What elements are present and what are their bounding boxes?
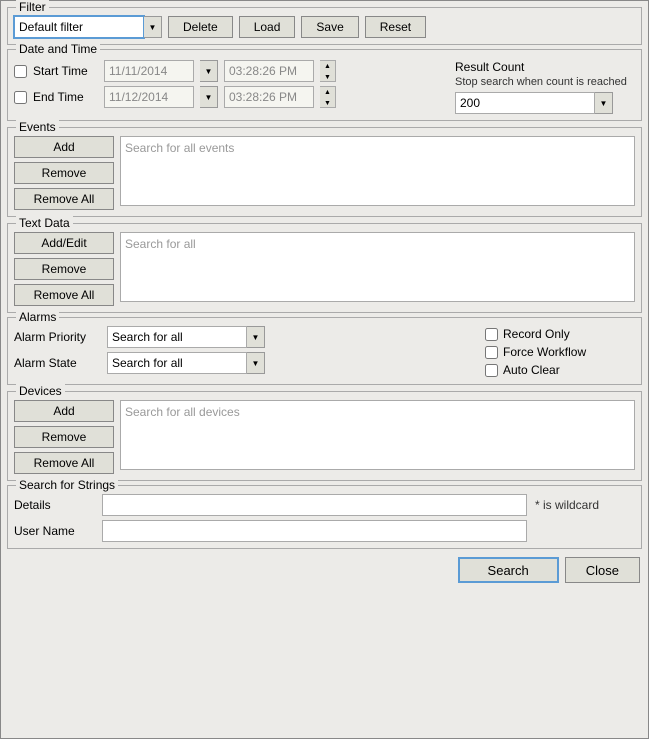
devices-remove-all-button[interactable]: Remove All [14, 452, 114, 474]
delete-button[interactable]: Delete [168, 16, 233, 38]
end-date-input[interactable] [104, 86, 194, 108]
wildcard-note: * is wildcard [535, 498, 635, 512]
filter-label: Filter [16, 0, 49, 14]
events-label: Events [16, 120, 59, 134]
result-count-sub: Stop search when count is reached [455, 76, 635, 88]
count-dropdown-btn[interactable]: ▼ [595, 92, 613, 114]
devices-add-button[interactable]: Add [14, 400, 114, 422]
events-btn-col: Add Remove Remove All [14, 136, 114, 210]
text-data-inner: Add/Edit Remove Remove All Search for al… [14, 232, 635, 306]
record-only-row: Record Only [485, 327, 635, 341]
alarms-label: Alarms [16, 310, 59, 324]
events-inner: Add Remove Remove All Search for all eve… [14, 136, 635, 210]
end-time-input[interactable] [224, 86, 314, 108]
devices-btn-col: Add Remove Remove All [14, 400, 114, 474]
load-button[interactable]: Load [239, 16, 296, 38]
alarm-priority-row: Alarm Priority ▼ [14, 326, 473, 348]
start-date-dropdown[interactable]: ▼ [200, 60, 218, 82]
details-input[interactable] [102, 494, 527, 516]
force-workflow-checkbox[interactable] [485, 346, 498, 359]
start-time-input[interactable] [224, 60, 314, 82]
bottom-bar: Search Close [7, 557, 642, 583]
strings-inner: Details * is wildcard User Name [14, 494, 635, 542]
start-date-input[interactable] [104, 60, 194, 82]
datetime-inner: Start Time ▼ ▲ ▼ End Time ▼ [14, 60, 635, 114]
devices-section: Devices Add Remove Remove All Search for… [7, 391, 642, 481]
devices-inner: Add Remove Remove All Search for all dev… [14, 400, 635, 474]
search-button[interactable]: Search [458, 557, 559, 583]
filter-dropdown-btn[interactable]: ▼ [144, 16, 162, 38]
start-time-label: Start Time [33, 64, 98, 78]
alarm-priority-select-wrap: ▼ [107, 326, 265, 348]
devices-remove-button[interactable]: Remove [14, 426, 114, 448]
start-time-spinner[interactable]: ▲ ▼ [320, 60, 336, 82]
datetime-left: Start Time ▼ ▲ ▼ End Time ▼ [14, 60, 443, 112]
events-search-box: Search for all events [120, 136, 635, 206]
alarm-priority-dropdown[interactable]: ▼ [247, 326, 265, 348]
details-label: Details [14, 498, 94, 512]
result-count-title: Result Count [455, 60, 635, 74]
text-data-section: Text Data Add/Edit Remove Remove All Sea… [7, 223, 642, 313]
alarms-left: Alarm Priority ▼ Alarm State ▼ [14, 326, 473, 378]
force-workflow-row: Force Workflow [485, 345, 635, 359]
filter-input[interactable] [14, 16, 144, 38]
record-only-label: Record Only [503, 327, 570, 341]
filter-row: ▼ Delete Load Save Reset [14, 16, 635, 38]
end-time-spinner[interactable]: ▲ ▼ [320, 86, 336, 108]
result-count-area: Result Count Stop search when count is r… [455, 60, 635, 114]
alarm-priority-input[interactable] [107, 326, 247, 348]
end-date-dropdown[interactable]: ▼ [200, 86, 218, 108]
auto-clear-row: Auto Clear [485, 363, 635, 377]
close-button[interactable]: Close [565, 557, 640, 583]
events-remove-all-button[interactable]: Remove All [14, 188, 114, 210]
events-add-button[interactable]: Add [14, 136, 114, 158]
devices-search-text: Search for all devices [125, 405, 240, 419]
auto-clear-label: Auto Clear [503, 363, 560, 377]
filter-select-wrap: ▼ [14, 16, 162, 38]
search-strings-section: Search for Strings Details * is wildcard… [7, 485, 642, 549]
alarm-state-select-wrap: ▼ [107, 352, 265, 374]
alarms-section: Alarms Alarm Priority ▼ Alarm State ▼ [7, 317, 642, 385]
devices-label: Devices [16, 384, 65, 398]
alarm-priority-label: Alarm Priority [14, 330, 99, 344]
search-strings-label: Search for Strings [16, 478, 118, 492]
save-button[interactable]: Save [301, 16, 358, 38]
alarm-state-dropdown[interactable]: ▼ [247, 352, 265, 374]
text-data-label: Text Data [16, 216, 73, 230]
count-select-wrap: ▼ [455, 92, 635, 114]
auto-clear-checkbox[interactable] [485, 364, 498, 377]
datetime-label: Date and Time [16, 42, 100, 56]
reset-button[interactable]: Reset [365, 16, 426, 38]
username-input[interactable] [102, 520, 527, 542]
devices-search-box: Search for all devices [120, 400, 635, 470]
alarm-state-label: Alarm State [14, 356, 99, 370]
events-search-text: Search for all events [125, 141, 234, 155]
filter-section: Filter ▼ Delete Load Save Reset [7, 7, 642, 45]
alarm-state-row: Alarm State ▼ [14, 352, 473, 374]
text-data-search-text: Search for all [125, 237, 196, 251]
text-data-search-box: Search for all [120, 232, 635, 302]
start-time-row: Start Time ▼ ▲ ▼ [14, 60, 443, 82]
alarm-state-input[interactable] [107, 352, 247, 374]
end-time-row: End Time ▼ ▲ ▼ [14, 86, 443, 108]
main-window: Filter ▼ Delete Load Save Reset Date and… [0, 0, 649, 739]
record-only-checkbox[interactable] [485, 328, 498, 341]
text-data-add-edit-button[interactable]: Add/Edit [14, 232, 114, 254]
end-time-checkbox[interactable] [14, 91, 27, 104]
text-data-remove-all-button[interactable]: Remove All [14, 284, 114, 306]
events-section: Events Add Remove Remove All Search for … [7, 127, 642, 217]
username-label: User Name [14, 524, 94, 538]
text-data-btn-col: Add/Edit Remove Remove All [14, 232, 114, 306]
count-input[interactable] [455, 92, 595, 114]
events-remove-button[interactable]: Remove [14, 162, 114, 184]
end-time-label: End Time [33, 90, 98, 104]
datetime-section: Date and Time Start Time ▼ ▲ ▼ End Time [7, 49, 642, 121]
alarms-inner: Alarm Priority ▼ Alarm State ▼ [14, 326, 635, 378]
force-workflow-label: Force Workflow [503, 345, 586, 359]
alarms-right: Record Only Force Workflow Auto Clear [485, 326, 635, 378]
start-time-checkbox[interactable] [14, 65, 27, 78]
text-data-remove-button[interactable]: Remove [14, 258, 114, 280]
